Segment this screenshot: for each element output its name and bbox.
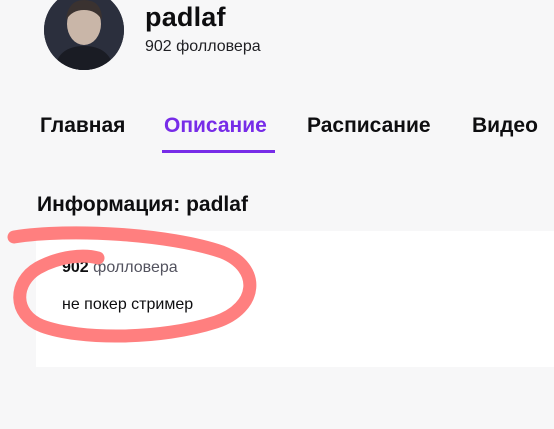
channel-tabs: Главная Описание Расписание Видео [0, 114, 554, 158]
tab-home[interactable]: Главная [40, 114, 125, 138]
channel-followers: 902 фолловера [145, 38, 261, 55]
followers-count: 902 [62, 259, 89, 276]
about-bio: не покер стример [62, 296, 194, 313]
active-tab-underline [162, 150, 275, 153]
tab-schedule[interactable]: Расписание [307, 114, 431, 138]
about-followers-stat: 902 фолловера [62, 259, 178, 277]
about-title: Информация: padlaf [37, 193, 248, 216]
tab-about[interactable]: Описание [164, 114, 267, 138]
channel-avatar[interactable] [44, 0, 124, 70]
followers-label: фолловера [93, 259, 178, 276]
channel-name[interactable]: padlaf [145, 2, 226, 33]
tab-videos[interactable]: Видео [472, 114, 538, 138]
